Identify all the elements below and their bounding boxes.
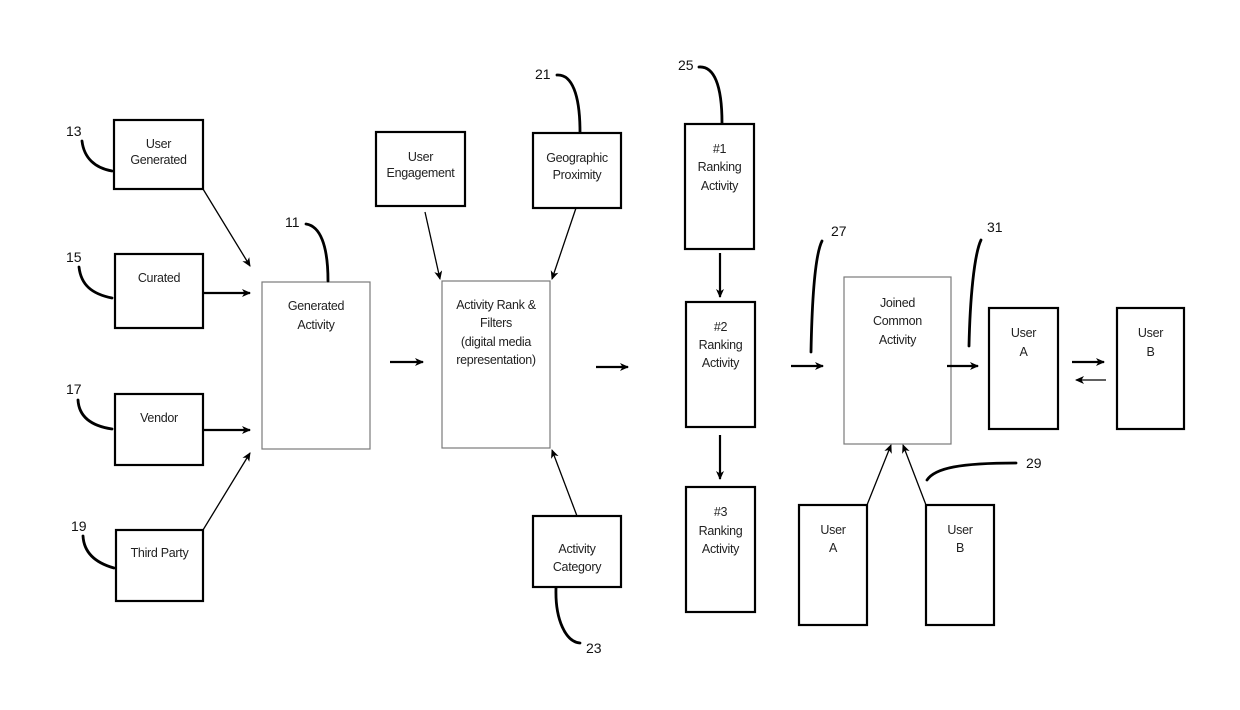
edge-third-party-to-generated-activity [202, 452, 251, 531]
node-user-b-bottom: User B [924, 503, 996, 627]
node-vendor: Vendor [113, 392, 205, 467]
node-label-line: Generated [130, 153, 187, 167]
node-label-line: User [820, 523, 845, 537]
node-user-b-right: User B [1115, 306, 1186, 431]
leader-line-13 [80, 139, 114, 173]
node-label-line: Joined [880, 296, 915, 310]
leader-line-23 [554, 586, 582, 645]
ref-numeral-13: 13 [66, 123, 82, 139]
node-label-line: User [947, 523, 972, 537]
node-label-line: Activity [702, 542, 740, 556]
node-label-line: Generated [288, 299, 345, 313]
node-label-line: Geographic [546, 151, 608, 165]
node-curated: Curated [113, 252, 205, 330]
ref-numeral-31: 31 [987, 219, 1003, 235]
node-generated-activity: Generated Activity [261, 281, 371, 450]
node-label-line: User [146, 137, 171, 151]
edge-user-engagement-to-rank-filters [424, 211, 443, 280]
edge-user-b-to-joined-common-activity [902, 444, 927, 506]
node-ranking-2: #2 Ranking Activity [684, 300, 757, 429]
node-label-line: #2 [714, 320, 728, 334]
leader-line-15 [77, 265, 114, 300]
node-label-line: Ranking [698, 160, 742, 174]
flow-diagram: User Generated 13 Curated 15 Vendor 17 T… [66, 57, 1186, 656]
node-label-line: Curated [138, 271, 181, 285]
edge-user-a-to-joined-common-activity [866, 444, 892, 506]
node-user-engagement: User Engagement [374, 130, 467, 208]
ref-numeral-11: 11 [285, 214, 300, 230]
node-activity-category: Activity Category [531, 514, 623, 589]
node-label-line: A [1019, 345, 1028, 359]
ref-numeral-21: 21 [535, 66, 551, 82]
node-label-line: Activity [879, 333, 917, 347]
edge-activity-category-to-rank-filters [551, 449, 578, 517]
ref-numeral-19: 19 [71, 518, 87, 534]
node-label-line: Activity [297, 318, 335, 332]
node-label-line: Activity Rank & [456, 298, 537, 312]
node-activity-rank-filters: Activity Rank & Filters (digital media r… [441, 280, 551, 449]
edge-user-generated-to-generated-activity [202, 188, 251, 267]
node-label-line: Category [553, 560, 602, 574]
node-ranking-3: #3 Ranking Activity [684, 485, 757, 614]
leader-line-17 [76, 398, 114, 431]
node-label-line: Common [873, 314, 922, 328]
node-geographic-proximity: Geographic Proximity [531, 131, 623, 210]
node-third-party: Third Party [114, 528, 205, 603]
node-label-line: representation) [456, 353, 536, 367]
edge-geographic-proximity-to-rank-filters [550, 207, 577, 280]
leader-line-29 [925, 461, 1018, 482]
node-label-line: B [956, 541, 964, 555]
node-label-line: #1 [713, 142, 727, 156]
node-label-line: User [1138, 326, 1163, 340]
node-joined-common-activity: Joined Common Activity [843, 276, 952, 445]
ref-numeral-29: 29 [1026, 455, 1042, 471]
ref-numeral-15: 15 [66, 249, 82, 265]
node-label-line: (digital media [461, 335, 531, 349]
node-label-line: User [1011, 326, 1036, 340]
ref-numeral-17: 17 [66, 381, 82, 397]
node-label-line: Third Party [131, 546, 190, 560]
node-label-line: Ranking [699, 338, 743, 352]
node-label-line: Activity [701, 179, 739, 193]
node-ranking-1: #1 Ranking Activity [683, 122, 756, 251]
node-label-line: A [829, 541, 838, 555]
node-label-line: Activity [702, 356, 740, 370]
node-user-a-right: User A [987, 306, 1060, 431]
node-user-generated: User Generated [112, 118, 205, 191]
leader-line-31 [967, 238, 983, 348]
ref-numeral-27: 27 [831, 223, 847, 239]
node-label-line: User [408, 150, 433, 164]
node-label-line: Engagement [387, 166, 456, 180]
node-label-line: #3 [714, 505, 728, 519]
node-label-line: Vendor [140, 411, 178, 425]
node-label-line: Ranking [699, 524, 743, 538]
node-user-a-bottom: User A [797, 503, 869, 627]
ref-numeral-25: 25 [678, 57, 694, 73]
leader-line-19 [81, 534, 116, 570]
node-label-line: Filters [480, 316, 512, 330]
node-label-line: Proximity [553, 168, 603, 182]
leader-line-11 [304, 222, 330, 283]
leader-line-21 [555, 73, 582, 134]
ref-numeral-23: 23 [586, 640, 602, 656]
leader-line-27 [809, 239, 824, 354]
leader-line-25 [697, 65, 724, 125]
node-label-line: Activity [558, 542, 596, 556]
node-label-line: B [1146, 345, 1154, 359]
